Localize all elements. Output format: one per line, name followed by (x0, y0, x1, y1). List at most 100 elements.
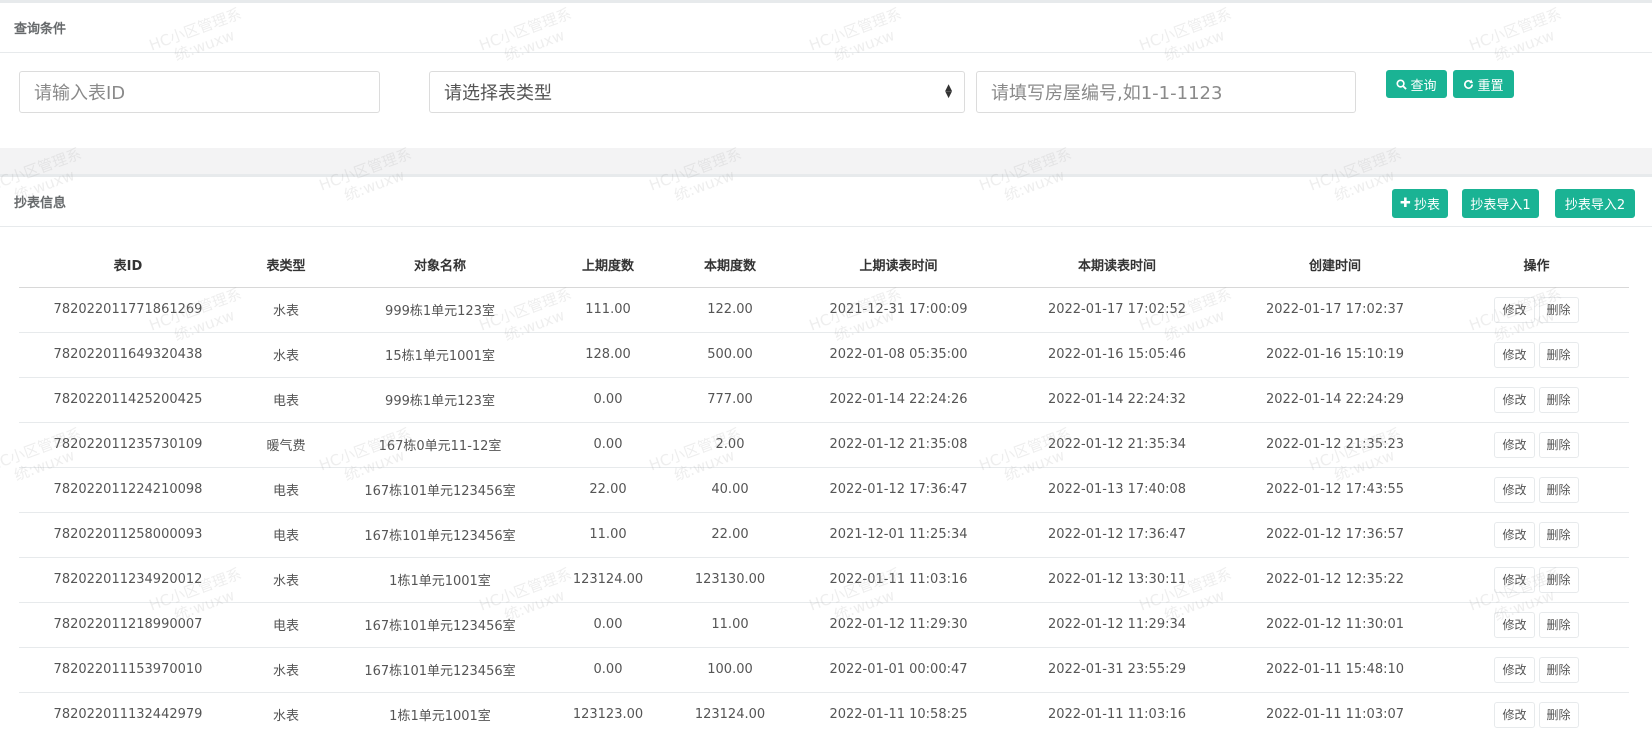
row-actions: 修改 删除 (1444, 476, 1629, 503)
cell-meter-type: 水表 (237, 647, 335, 693)
cell-actions: 修改 删除 (1444, 332, 1629, 378)
cell-object-name: 167栋0单元11-12室 (335, 422, 545, 468)
table-row: 782022011649320438 水表 15栋1单元1001室 128.00 500… (19, 332, 1629, 378)
delete-button[interactable]: 删除 (1538, 296, 1579, 323)
reset-button[interactable]: 重置 (1453, 70, 1514, 98)
meter-type-placeholder: 请选择表类型 (444, 83, 552, 104)
cell-prev-reading: 0.00 (545, 647, 671, 693)
cell-prev-reading: 111.00 (545, 287, 671, 333)
table-row: 782022011258000093 电表 167栋101单元123456室 11.0… (19, 512, 1629, 558)
edit-button[interactable]: 修改 (1494, 656, 1535, 683)
delete-button[interactable]: 删除 (1538, 386, 1579, 413)
cell-prev-read-time: 2022-01-08 05:35:00 (789, 332, 1008, 378)
cell-meter-id: 782022011649320438 (19, 332, 237, 378)
list-title: 抄表信息 (14, 196, 67, 211)
edit-button[interactable]: 修改 (1494, 476, 1535, 503)
delete-button[interactable]: 删除 (1538, 701, 1579, 728)
edit-button[interactable]: 修改 (1494, 701, 1535, 728)
cell-cur-reading: 2.00 (671, 422, 789, 468)
cell-prev-read-time: 2022-01-12 17:36:47 (789, 467, 1008, 513)
cell-created-time: 2022-01-12 12:35:22 (1226, 557, 1444, 603)
cell-meter-type: 电表 (237, 377, 335, 423)
edit-button[interactable]: 修改 (1494, 611, 1535, 638)
cell-actions: 修改 删除 (1444, 287, 1629, 333)
cell-object-name: 1栋1单元1001室 (335, 692, 545, 729)
reset-label: 重置 (1477, 78, 1504, 94)
cell-meter-id: 782022011153970010 (19, 647, 237, 693)
row-actions: 修改 删除 (1444, 701, 1629, 728)
col-header-meter-type: 表类型 (237, 243, 335, 288)
cell-object-name: 167栋101单元123456室 (335, 647, 545, 693)
delete-button[interactable]: 删除 (1538, 341, 1579, 368)
cell-object-name: 167栋101单元123456室 (335, 512, 545, 558)
table-row: 782022011132442979 水表 1栋1单元1001室 123123.00 1… (19, 692, 1629, 729)
delete-button[interactable]: 删除 (1538, 431, 1579, 458)
delete-button[interactable]: 删除 (1538, 476, 1579, 503)
col-header-cur-read-time: 本期读表时间 (1008, 243, 1226, 288)
add-reading-label: 抄表 (1413, 198, 1440, 213)
cell-meter-type: 水表 (237, 332, 335, 378)
row-actions: 修改 删除 (1444, 431, 1629, 458)
cell-prev-read-time: 2022-01-14 22:24:26 (789, 377, 1008, 423)
cell-cur-read-time: 2022-01-12 21:35:34 (1008, 422, 1226, 468)
import-1-button[interactable]: 抄表导入1 (1462, 189, 1539, 218)
cell-created-time: 2022-01-12 21:35:23 (1226, 422, 1444, 468)
import-2-label: 抄表导入2 (1564, 198, 1626, 213)
table-row: 782022011425200425 电表 999栋1单元123室 0.00 777.0… (19, 377, 1629, 423)
cell-actions: 修改 删除 (1444, 647, 1629, 693)
cell-cur-reading: 100.00 (671, 647, 789, 693)
search-button[interactable]: 查询 (1386, 70, 1447, 98)
edit-button[interactable]: 修改 (1494, 566, 1535, 593)
cell-actions: 修改 删除 (1444, 692, 1629, 729)
search-label: 查询 (1410, 78, 1437, 94)
delete-button[interactable]: 删除 (1538, 611, 1579, 638)
cell-created-time: 2022-01-11 15:48:10 (1226, 647, 1444, 693)
meter-type-select[interactable]: 请选择表类型 ▲ ▼ (429, 71, 965, 113)
add-reading-button[interactable]: ✚ 抄表 (1392, 189, 1448, 218)
cell-prev-reading: 0.00 (545, 602, 671, 648)
edit-button[interactable]: 修改 (1494, 521, 1535, 548)
cell-prev-read-time: 2022-01-11 11:03:16 (789, 557, 1008, 603)
cell-cur-read-time: 2022-01-12 13:30:11 (1008, 557, 1226, 603)
edit-button[interactable]: 修改 (1494, 431, 1535, 458)
row-actions: 修改 删除 (1444, 521, 1629, 548)
table-header-row: 表ID 表类型 对象名称 上期度数 本期度数 上期读表时间 本期读表时间 创建时… (19, 243, 1629, 288)
cell-meter-id: 782022011218990007 (19, 602, 237, 648)
edit-button[interactable]: 修改 (1494, 386, 1535, 413)
delete-button[interactable]: 删除 (1538, 521, 1579, 548)
room-number-input[interactable]: 请填写房屋编号,如1-1-1123 (976, 71, 1356, 113)
cell-created-time: 2022-01-14 22:24:29 (1226, 377, 1444, 423)
table-body: 782022011771861269 水表 999栋1单元123室 111.00 122… (19, 287, 1629, 729)
cell-prev-reading: 128.00 (545, 332, 671, 378)
cell-cur-reading: 500.00 (671, 332, 789, 378)
cell-created-time: 2022-01-12 11:30:01 (1226, 602, 1444, 648)
edit-button[interactable]: 修改 (1494, 341, 1535, 368)
col-header-prev-read-time: 上期读表时间 (789, 243, 1008, 288)
cell-cur-read-time: 2022-01-17 17:02:52 (1008, 287, 1226, 333)
table-row: 782022011224210098 电表 167栋101单元123456室 22.0… (19, 467, 1629, 513)
cell-object-name: 999栋1单元123室 (335, 377, 545, 423)
cell-meter-id: 782022011771861269 (19, 287, 237, 333)
delete-button[interactable]: 删除 (1538, 566, 1579, 593)
cell-meter-type: 水表 (237, 692, 335, 729)
meter-id-placeholder: 请输入表ID (34, 83, 126, 104)
cell-prev-reading: 123123.00 (545, 692, 671, 729)
cell-meter-id: 782022011425200425 (19, 377, 237, 423)
import-2-button[interactable]: 抄表导入2 (1555, 189, 1635, 218)
delete-button[interactable]: 删除 (1538, 656, 1579, 683)
cell-actions: 修改 删除 (1444, 377, 1629, 423)
edit-button[interactable]: 修改 (1494, 296, 1535, 323)
cell-actions: 修改 删除 (1444, 557, 1629, 603)
cell-prev-reading: 11.00 (545, 512, 671, 558)
cell-prev-read-time: 2022-01-12 11:29:30 (789, 602, 1008, 648)
search-icon (1396, 78, 1408, 90)
table-row: 782022011234920012 水表 1栋1单元1001室 123124.00 1… (19, 557, 1629, 603)
row-actions: 修改 删除 (1444, 611, 1629, 638)
cell-created-time: 2022-01-12 17:36:57 (1226, 512, 1444, 558)
cell-prev-read-time: 2022-01-01 00:00:47 (789, 647, 1008, 693)
cell-prev-reading: 22.00 (545, 467, 671, 513)
meter-id-input[interactable]: 请输入表ID (19, 71, 380, 113)
row-actions: 修改 删除 (1444, 296, 1629, 323)
col-header-meter-id: 表ID (19, 243, 237, 288)
cell-meter-type: 水表 (237, 557, 335, 603)
